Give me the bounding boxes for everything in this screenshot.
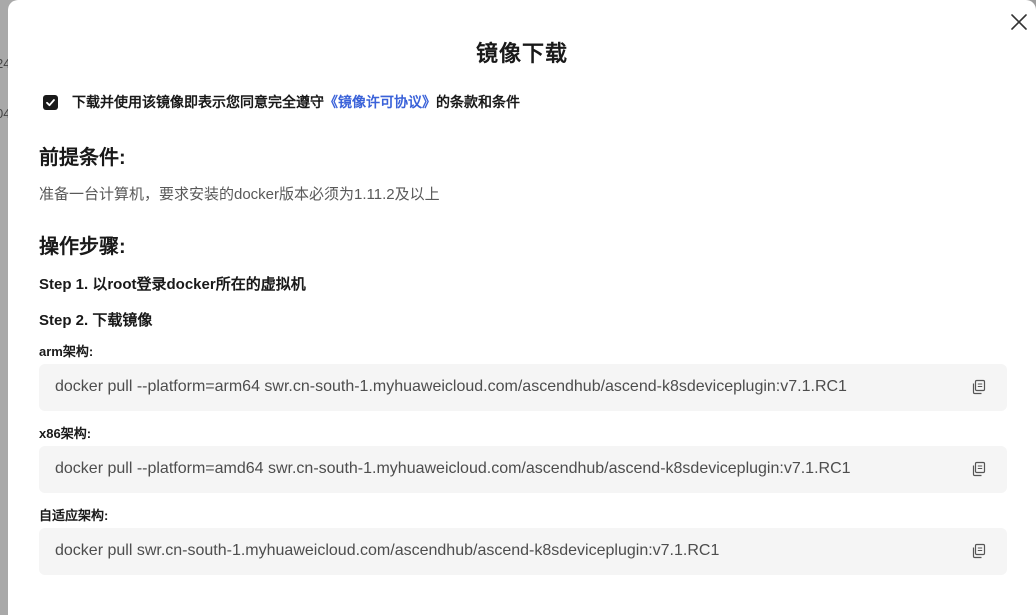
arm-command-text[interactable]: docker pull --platform=arm64 swr.cn-sout… (55, 378, 847, 396)
x86-copy-button[interactable] (971, 461, 987, 477)
agreement-text: 下载并使用该镜像即表示您同意完全遵守《镜像许可协议》的条款和条件 (72, 92, 520, 112)
step-2-text: Step 2. 下载镜像 (39, 312, 153, 329)
adaptive-copy-button[interactable] (971, 543, 987, 559)
checkmark-icon (46, 98, 55, 106)
step-1-text: Step 1. 以root登录docker所在的虚拟机 (39, 276, 306, 293)
agreement-suffix: 的条款和条件 (436, 94, 520, 110)
license-agreement-link[interactable]: 《镜像许可协议》 (324, 94, 436, 110)
x86-arch-label: x86架构: (39, 426, 92, 441)
copy-icon (972, 379, 986, 395)
adaptive-command-box: docker pull swr.cn-south-1.myhuaweicloud… (39, 528, 1007, 575)
copy-icon (972, 543, 986, 559)
x86-command-text[interactable]: docker pull --platform=amd64 swr.cn-sout… (55, 460, 851, 478)
arm-copy-button[interactable] (971, 379, 987, 395)
arm-arch-label: arm架构: (39, 344, 94, 359)
agreement-row: 下载并使用该镜像即表示您同意完全遵守《镜像许可协议》的条款和条件 (43, 92, 520, 112)
close-icon (1011, 14, 1027, 30)
close-button[interactable] (1009, 12, 1029, 32)
x86-command-box: docker pull --platform=amd64 swr.cn-sout… (39, 446, 1007, 493)
prerequisites-heading: 前提条件: (39, 147, 126, 169)
agreement-prefix: 下载并使用该镜像即表示您同意完全遵守 (72, 94, 324, 110)
steps-heading: 操作步骤: (39, 236, 126, 258)
adaptive-command-text[interactable]: docker pull swr.cn-south-1.myhuaweicloud… (55, 542, 719, 560)
adaptive-arch-label: 自适应架构: (39, 508, 109, 523)
dialog-title: 镜像下载 (475, 41, 568, 66)
copy-icon (972, 461, 986, 477)
agreement-checkbox[interactable] (43, 94, 58, 110)
image-download-dialog: 镜像下载 下载并使用该镜像即表示您同意完全遵守《镜像许可协议》的条款和条件 前提… (8, 0, 1036, 615)
prerequisites-text: 准备一台计算机，要求安装的docker版本必须为1.11.2及以上 (39, 186, 440, 203)
arm-command-box: docker pull --platform=arm64 swr.cn-sout… (39, 364, 1007, 411)
